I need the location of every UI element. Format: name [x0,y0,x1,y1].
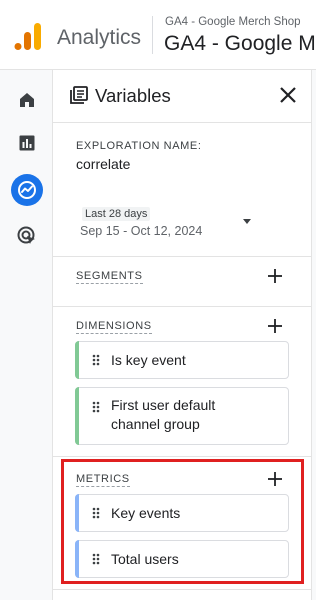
date-dropdown-icon[interactable] [243,219,251,224]
dimension-label-line-2: channel group [111,416,200,432]
dimensions-label: DIMENSIONS [76,320,152,334]
nav-explore[interactable] [11,174,43,206]
explore-icon [18,181,36,199]
panel-title: Variables [95,85,171,106]
segments-section: SEGMENTS [53,256,311,306]
dimension-label: Is key event [111,352,186,368]
dimension-chip-is-key-event[interactable]: Is key event [75,341,289,379]
nav-home[interactable] [11,84,43,116]
app-name: Analytics [57,26,142,49]
segments-label: SEGMENTS [76,270,143,284]
exploration-section: EXPLORATION NAME: correlate Last 28 days… [53,122,311,256]
advertising-icon [17,226,35,244]
add-segment-icon[interactable] [267,268,283,284]
date-range: Sep 15 - Oct 12, 2024 [80,224,203,238]
nav-advertising[interactable] [11,220,43,252]
add-dimension-icon[interactable] [267,318,283,334]
exploration-name-input[interactable]: correlate [76,156,130,172]
panel-header: Variables [53,70,311,122]
reports-icon [19,135,35,151]
analytics-logo-icon [14,23,41,50]
canvas-edge [311,70,316,600]
header-divider [152,16,153,54]
dimension-label-line-1: First user default [111,397,216,413]
close-icon[interactable] [277,84,299,106]
left-nav [0,70,53,600]
nav-reports[interactable] [11,127,43,159]
variables-icon [70,86,88,104]
dimensions-section: DIMENSIONS Is key event First user defau… [53,306,311,456]
home-icon [20,93,34,107]
property-name[interactable]: GA4 - Google M [164,32,316,56]
exploration-name-label: EXPLORATION NAME: [76,140,202,152]
account-name[interactable]: GA4 - Google Merch Shop [165,16,301,28]
date-range-selector[interactable]: Last 28 days Sep 15 - Oct 12, 2024 [75,205,205,245]
metrics-highlight-box [61,459,304,584]
dimension-chip-first-user-channel-group[interactable]: First user default channel group [75,387,289,445]
dimension-color-bar [75,387,79,445]
top-bar: Analytics GA4 - Google Merch Shop GA4 - … [0,0,316,70]
panel-bottom-divider [53,589,311,590]
drag-handle-icon[interactable] [92,354,100,366]
drag-handle-icon[interactable] [92,401,100,413]
dimension-color-bar [75,341,79,379]
date-preset: Last 28 days [82,207,151,221]
